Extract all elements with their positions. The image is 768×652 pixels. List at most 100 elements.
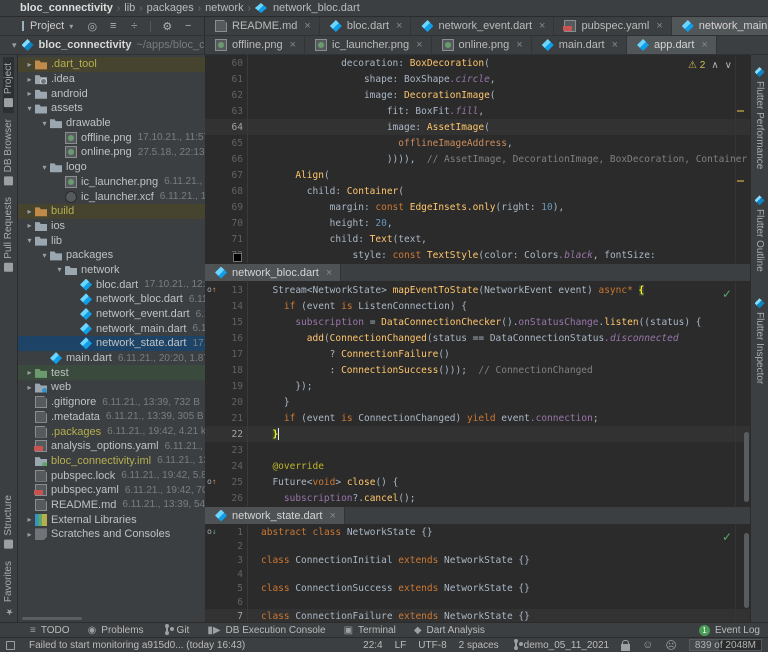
next-warning-icon[interactable]: ∨	[725, 60, 732, 71]
tree-chevron-icon[interactable]: ▸	[24, 530, 35, 539]
tool-button-flutter-outline[interactable]: Flutter Outline	[754, 189, 765, 278]
close-icon[interactable]: ×	[326, 267, 332, 279]
tree-chevron-icon[interactable]: ▸	[24, 89, 35, 98]
tree-chevron-icon[interactable]: ▸	[24, 383, 35, 392]
tree-item-analysis_options.yaml[interactable]: analysis_options.yaml6.11.21., 13:...	[18, 439, 205, 454]
tree-item-drawable[interactable]: ▾drawable	[18, 116, 205, 131]
close-icon[interactable]: ×	[539, 20, 545, 32]
toolwindow-button-todo[interactable]: ≡TODO	[30, 625, 70, 636]
close-icon[interactable]: ×	[416, 39, 422, 51]
close-icon[interactable]: ×	[330, 510, 336, 522]
tree-item-logo[interactable]: ▾logo	[18, 160, 205, 175]
tree-chevron-icon[interactable]: ▾	[39, 251, 50, 260]
tree-item-network[interactable]: ▾network	[18, 263, 205, 278]
tab-pubspec.yaml[interactable]: pubspec.yaml×	[554, 17, 671, 35]
tree-item-assets[interactable]: ▾assets	[18, 101, 205, 116]
tree-item-.packages[interactable]: .packages6.11.21., 19:42, 4.21 kB	[18, 424, 205, 439]
close-icon[interactable]: ×	[612, 39, 618, 51]
tab-README.md[interactable]: README.md×	[205, 17, 320, 35]
editor-scrollbar[interactable]	[744, 432, 749, 502]
editor-inspection-badge[interactable]: ⚠ 2∧∨	[688, 60, 732, 71]
split-tab-network_state.dart[interactable]: network_state.dart×	[205, 507, 345, 524]
tree-item-ic_launcher.png[interactable]: ic_launcher.png6.11.21., 18:...	[18, 175, 205, 190]
editor-inspection-badge[interactable]: ✓	[722, 530, 732, 544]
toolwindow-button-git[interactable]: Git	[162, 624, 190, 636]
tree-chevron-icon[interactable]: ▾	[39, 163, 50, 172]
lock-icon[interactable]	[621, 644, 630, 651]
breadcrumb-item[interactable]: network	[205, 2, 244, 14]
tool-button-flutter-performance[interactable]: Flutter Performance	[754, 61, 765, 175]
tree-item-ios[interactable]: ▸ios	[18, 219, 205, 234]
tree-item-.dart_tool[interactable]: ▸.dart_tool	[18, 57, 205, 72]
close-icon[interactable]: ×	[516, 39, 522, 51]
indent-setting[interactable]: 2 spaces	[459, 640, 499, 651]
toolwindow-toggle-icon[interactable]	[6, 641, 15, 650]
tab-ic_launcher.png[interactable]: ic_launcher.png×	[305, 36, 432, 54]
tab-network_event.dart[interactable]: network_event.dart×	[411, 17, 554, 35]
breadcrumb[interactable]: bloc_connectivity›lib›packages›network›n…	[0, 0, 768, 17]
tree-item-pubspec.yaml[interactable]: pubspec.yaml6.11.21., 19:42, 707 B	[18, 483, 205, 498]
tree-chevron-icon[interactable]: ▾	[24, 104, 35, 113]
tree-chevron-icon[interactable]: ▸	[24, 368, 35, 377]
tab-bloc.dart[interactable]: bloc.dart×	[320, 17, 412, 35]
tool-button-structure[interactable]: Structure	[3, 489, 14, 555]
tree-chevron-icon[interactable]: ▾	[24, 236, 35, 245]
tree-item-pubspec.lock[interactable]: pubspec.lock6.11.21., 19:42, 5.83 k...	[18, 468, 205, 483]
tab-online.png[interactable]: online.png×	[432, 36, 532, 54]
toolwindow-button-db-execution-console[interactable]: ▮▶DB Execution Console	[207, 625, 325, 636]
caret-position[interactable]: 22:4	[363, 640, 382, 651]
override-gutter-icon[interactable]: o↑	[207, 477, 217, 486]
file-encoding[interactable]: UTF-8	[418, 640, 446, 651]
tree-chevron-icon[interactable]: ▾	[54, 265, 65, 274]
tree-item-build[interactable]: ▸build	[18, 204, 205, 219]
tree-item-test[interactable]: ▸test	[18, 365, 205, 380]
editor-scrollbar[interactable]	[744, 533, 749, 608]
close-icon[interactable]: ×	[396, 20, 402, 32]
tool-button-pull-requests[interactable]: Pull Requests	[3, 191, 14, 278]
tree-item-Scratches and Consoles[interactable]: ▸Scratches and Consoles	[18, 527, 205, 542]
editor-app-dart[interactable]: 60 decoration: BoxDecoration(61 shape: B…	[205, 55, 750, 263]
breadcrumb-item[interactable]: lib	[124, 2, 135, 14]
breadcrumb-item[interactable]: packages	[147, 2, 194, 14]
tree-item-lib[interactable]: ▾lib	[18, 233, 205, 248]
prev-warning-icon[interactable]: ∧	[711, 60, 718, 71]
tree-item-packages[interactable]: ▾packages	[18, 248, 205, 263]
breadcrumb-item[interactable]: bloc_connectivity	[20, 2, 113, 14]
event-log-button[interactable]: 1Event Log	[699, 625, 760, 636]
override-gutter-icon[interactable]: o↑	[207, 285, 217, 294]
tab-network_main.dart[interactable]: network_main.dart×	[672, 17, 768, 35]
tree-item-.idea[interactable]: ▸.idea	[18, 72, 205, 87]
tree-chevron-icon[interactable]: ▸	[24, 60, 35, 69]
toolwindow-button-dart-analysis[interactable]: ◆Dart Analysis	[414, 625, 485, 636]
tree-chevron-icon[interactable]: ▾	[39, 119, 50, 128]
tree-chevron-icon[interactable]: ▸	[24, 207, 35, 216]
project-view-selector[interactable]: Project ▾	[30, 20, 73, 32]
tree-item-online.png[interactable]: online.png27.5.18., 22:13, 53...	[18, 145, 205, 160]
locate-icon[interactable]: ◎	[85, 20, 99, 33]
tree-item-.gitignore[interactable]: .gitignore6.11.21., 13:39, 732 B	[18, 395, 205, 410]
breadcrumb-file[interactable]: network_bloc.dart	[273, 2, 360, 14]
tool-button-db-browser[interactable]: DB Browser	[3, 113, 14, 191]
settings-icon[interactable]: ⚙	[160, 20, 174, 33]
tree-item-android[interactable]: ▸android	[18, 86, 205, 101]
git-branch-widget[interactable]: demo_05_11_2021	[511, 639, 609, 651]
tree-item-network_event.dart[interactable]: network_event.dart6.11...	[18, 307, 205, 322]
tab-main.dart[interactable]: main.dart×	[532, 36, 627, 54]
tool-button-project[interactable]: Project	[3, 57, 14, 113]
sad-feedback-icon[interactable]: ☹	[665, 639, 676, 652]
line-ending[interactable]: LF	[395, 640, 407, 651]
tree-item-network_main.dart[interactable]: network_main.dart6.11...	[18, 321, 205, 336]
tab-offline.png[interactable]: offline.png×	[205, 36, 305, 54]
close-icon[interactable]: ×	[304, 20, 310, 32]
close-icon[interactable]: ×	[656, 20, 662, 32]
tree-item-network_bloc.dart[interactable]: network_bloc.dart6.11.2...	[18, 292, 205, 307]
toolwindow-button-problems[interactable]: ◉Problems	[88, 625, 144, 636]
memory-indicator[interactable]: 839 of 2048M	[689, 639, 762, 651]
tree-item-bloc_connectivity.iml[interactable]: bloc_connectivity.iml6.11.21., 13:5...	[18, 454, 205, 469]
collapse-all-icon[interactable]: ÷	[127, 20, 141, 32]
tab-app.dart[interactable]: app.dart×	[627, 36, 717, 54]
tool-button-favorites[interactable]: ★Favorites	[3, 555, 14, 622]
tree-item-README.md[interactable]: README.md6.11.21., 13:39, 549 B 1...	[18, 498, 205, 513]
happy-feedback-icon[interactable]: ☺	[642, 639, 653, 651]
tree-item-web[interactable]: ▸web	[18, 380, 205, 395]
